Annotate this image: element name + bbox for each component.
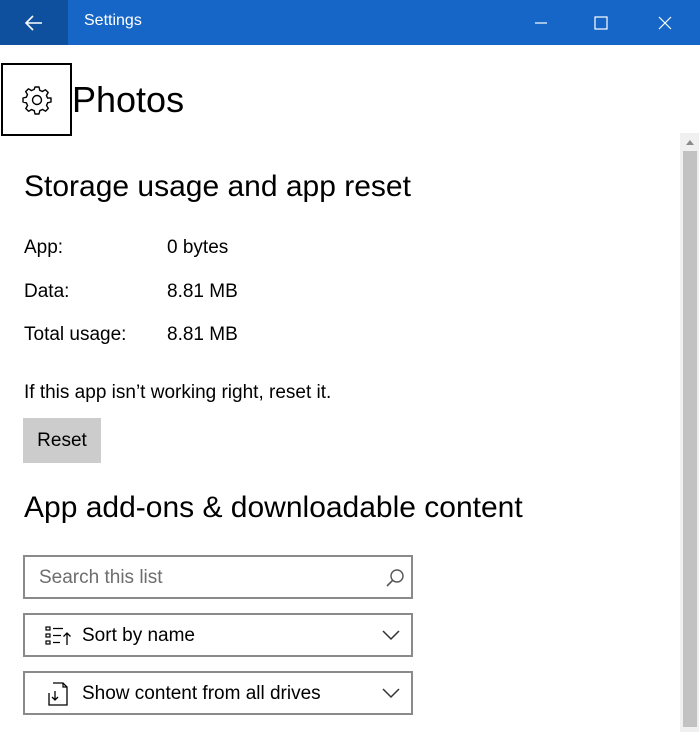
storage-heading: Storage usage and app reset <box>24 170 411 203</box>
drive-filter-label: Show content from all drives <box>82 683 321 704</box>
app-size-label: App: <box>24 237 64 258</box>
caret-up-icon <box>685 139 694 145</box>
chevron-down-icon <box>382 688 400 699</box>
title-bar: Settings <box>0 0 700 45</box>
maximize-button[interactable] <box>578 0 624 45</box>
window-title: Settings <box>84 12 142 29</box>
search-icon[interactable] <box>385 568 405 588</box>
reset-button[interactable]: Reset <box>23 418 101 463</box>
close-button[interactable] <box>642 0 688 45</box>
page-title: Photos <box>72 79 185 120</box>
scroll-up-arrow[interactable] <box>680 133 699 151</box>
data-size-label: Data: <box>24 281 70 302</box>
reset-hint: If this app isn’t working right, reset i… <box>24 382 332 403</box>
chevron-down-icon <box>382 630 400 641</box>
back-button[interactable] <box>0 0 68 45</box>
app-icon <box>1 63 72 136</box>
app-size-value: 0 bytes <box>167 237 229 258</box>
scrollbar[interactable] <box>680 133 699 732</box>
sort-dropdown[interactable]: Sort by name <box>23 613 413 657</box>
addons-heading: App add-ons & downloadable content <box>24 491 523 524</box>
minimize-icon <box>535 21 547 24</box>
maximize-icon <box>594 15 608 30</box>
drive-filter-dropdown[interactable]: Show content from all drives <box>23 671 413 715</box>
sort-list-icon <box>45 626 71 645</box>
drive-icon <box>48 682 68 706</box>
back-arrow-icon <box>25 14 42 31</box>
sort-label: Sort by name <box>82 625 195 646</box>
data-size-value: 8.81 MB <box>167 281 238 302</box>
close-icon <box>658 16 672 29</box>
scrollbar-thumb[interactable] <box>683 151 697 727</box>
gear-icon <box>21 85 52 115</box>
search-box <box>23 555 413 599</box>
minimize-button[interactable] <box>518 0 564 45</box>
total-usage-value: 8.81 MB <box>167 324 238 345</box>
total-usage-label: Total usage: <box>24 324 127 345</box>
search-input[interactable] <box>39 565 369 591</box>
